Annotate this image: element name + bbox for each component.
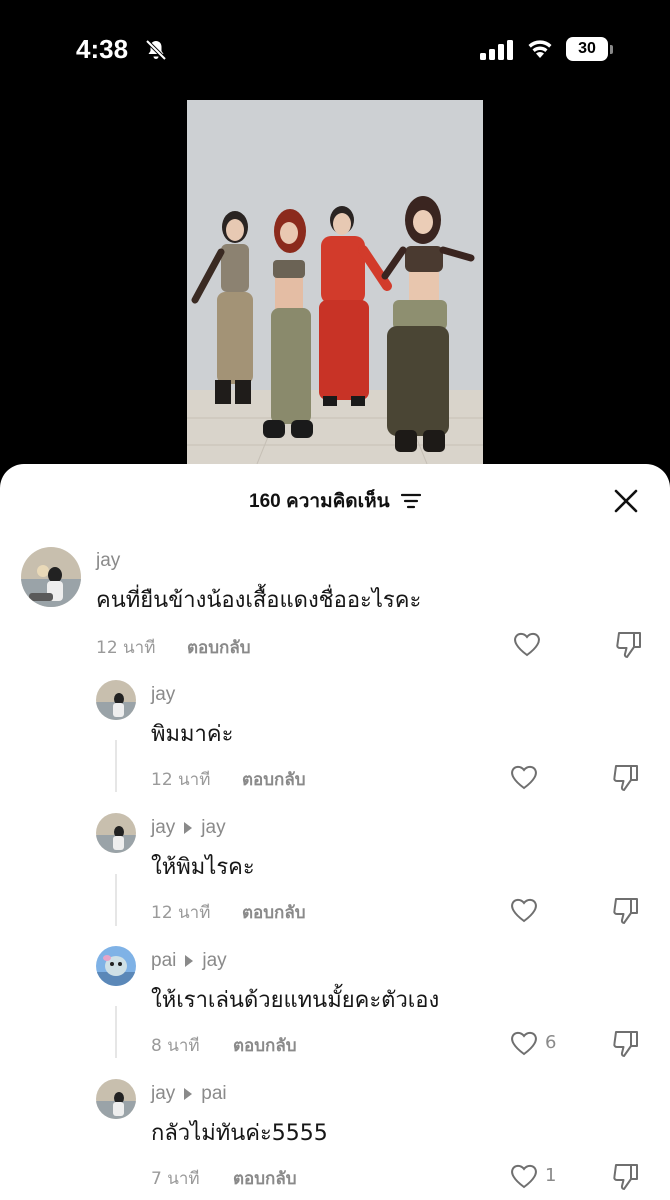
comment-time: 12 นาที xyxy=(151,770,211,790)
reply-button[interactable]: ตอบกลับ xyxy=(242,766,306,793)
thumbs-down-icon[interactable] xyxy=(610,1027,642,1059)
heart-icon[interactable] xyxy=(509,763,539,791)
comment-text: พิมมาค่ะ xyxy=(151,722,234,747)
avatar[interactable] xyxy=(21,547,81,607)
status-bar: 4:38 30 xyxy=(0,0,670,100)
comments-count: 160 ความคิดเห็น xyxy=(249,491,390,512)
wifi-icon xyxy=(528,40,552,58)
avatar[interactable] xyxy=(96,680,136,720)
reply-arrow-icon xyxy=(184,1087,193,1100)
sort-filter-icon[interactable] xyxy=(400,493,421,509)
close-icon[interactable] xyxy=(611,486,641,516)
comment-username[interactable]: jay jay xyxy=(151,817,226,839)
reply-arrow-icon xyxy=(184,821,193,834)
heart-icon[interactable] xyxy=(512,630,542,658)
comment-time: 7 นาที xyxy=(151,1169,200,1189)
heart-icon[interactable] xyxy=(509,1162,539,1190)
avatar[interactable] xyxy=(96,946,136,986)
thumbs-down-icon[interactable] xyxy=(613,628,645,660)
comment-time: 8 นาที xyxy=(151,1036,200,1056)
comment-text: คนที่ยืนข้างน้องเสื้อแดงชื่ออะไรคะ xyxy=(96,588,422,613)
avatar[interactable] xyxy=(96,1079,136,1119)
comment-text: กลัวไม่ทันค่ะ5555 xyxy=(151,1121,328,1146)
like-count: 1 xyxy=(545,1165,557,1186)
heart-icon[interactable] xyxy=(509,896,539,924)
comments-count-sort[interactable]: 160 ความคิดเห็น xyxy=(0,486,670,516)
dancers-photo xyxy=(187,100,483,464)
thumbs-down-icon[interactable] xyxy=(610,1160,642,1192)
thumbs-down-icon[interactable] xyxy=(610,761,642,793)
comment-time: 12 นาที xyxy=(151,903,211,923)
comment-time: 12 นาที xyxy=(96,638,156,658)
avatar[interactable] xyxy=(96,813,136,853)
comment-username[interactable]: jay pai xyxy=(151,1083,227,1105)
status-time: 4:38 xyxy=(76,34,129,64)
comments-sheet: 160 ความคิดเห็น jay คนที่ยืนข้างน้องเสื้… xyxy=(0,464,670,1200)
reply-arrow-icon xyxy=(185,954,194,967)
reply-comment: pai jay ให้เราเล่นด้วยแทนมั้ยคะตัวเอง 8 น… xyxy=(0,944,670,1064)
comment-username[interactable]: jay xyxy=(96,550,120,572)
comment-username[interactable]: jay xyxy=(151,684,175,706)
reply-comment: jay pai กลัวไม่ทันค่ะ5555 7 นาที ตอบกลับ … xyxy=(0,1077,670,1197)
like-count: 6 xyxy=(545,1032,557,1053)
reply-button[interactable]: ตอบกลับ xyxy=(187,634,251,661)
reply-button[interactable]: ตอบกลับ xyxy=(242,899,306,926)
reply-button[interactable]: ตอบกลับ xyxy=(233,1165,297,1192)
comment-text: ให้เราเล่นด้วยแทนมั้ยคะตัวเอง xyxy=(151,988,440,1013)
reply-button[interactable]: ตอบกลับ xyxy=(233,1032,297,1059)
comments-header: 160 ความคิดเห็น xyxy=(0,464,670,534)
heart-icon[interactable] xyxy=(509,1029,539,1057)
video-thumbnail[interactable] xyxy=(187,100,483,464)
comment: jay คนที่ยืนข้างน้องเสื้อแดงชื่ออะไรคะ 1… xyxy=(0,544,670,664)
battery-level: 30 xyxy=(566,37,608,61)
battery-nub xyxy=(610,45,613,54)
reply-comment: jay jay ให้พิมไรคะ 12 นาที ตอบกลับ xyxy=(0,811,670,931)
cellular-signal-icon xyxy=(480,40,513,60)
thumbs-down-icon[interactable] xyxy=(610,894,642,926)
comment-text: ให้พิมไรคะ xyxy=(151,855,255,880)
bell-muted-icon xyxy=(145,39,167,61)
comment-username[interactable]: pai jay xyxy=(151,950,227,972)
reply-comment: jay พิมมาค่ะ 12 นาที ตอบกลับ xyxy=(0,678,670,798)
